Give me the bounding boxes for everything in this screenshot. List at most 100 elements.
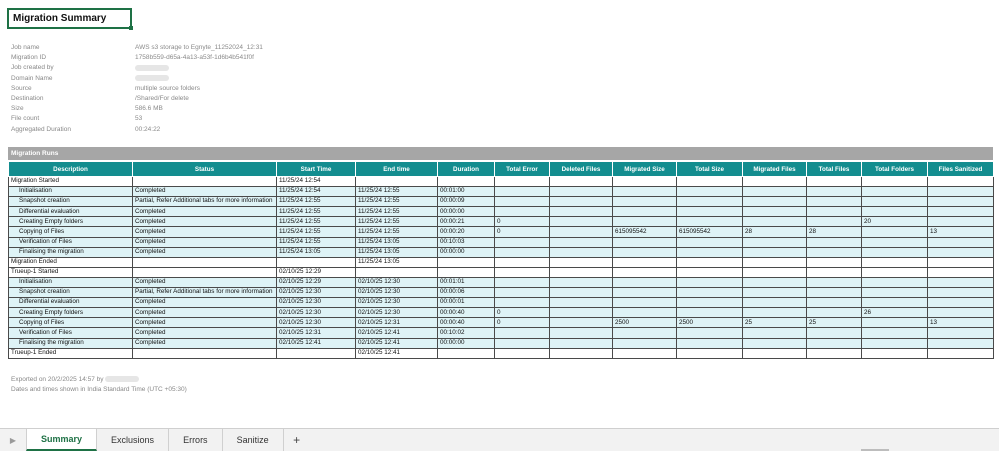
table-cell[interactable] [676, 327, 743, 339]
table-cell[interactable] [742, 246, 807, 258]
table-cell[interactable] [494, 266, 550, 278]
table-cell[interactable]: 02/10/25 12:31 [355, 317, 438, 329]
table-cell[interactable] [549, 246, 613, 258]
table-cell[interactable] [742, 206, 807, 218]
table-cell[interactable] [612, 236, 677, 248]
table-cell[interactable] [132, 347, 277, 359]
table-cell[interactable]: 02/10/25 12:30 [276, 317, 356, 329]
table-cell[interactable] [742, 236, 807, 248]
table-cell[interactable]: 11/25/24 12:55 [355, 206, 438, 218]
table-cell[interactable] [927, 246, 994, 258]
table-cell[interactable] [927, 206, 994, 218]
table-cell[interactable] [861, 246, 928, 258]
table-cell[interactable] [549, 327, 613, 339]
table-cell[interactable]: 02/10/25 12:31 [276, 327, 356, 339]
table-cell[interactable] [494, 186, 550, 198]
table-cell[interactable] [494, 246, 550, 258]
table-cell[interactable]: 11/25/24 12:54 [276, 186, 356, 198]
table-cell[interactable] [355, 266, 438, 278]
table-cell[interactable] [742, 256, 807, 268]
table-cell[interactable] [549, 347, 613, 359]
table-cell[interactable] [676, 256, 743, 268]
table-cell[interactable]: 00:01:01 [437, 276, 495, 289]
tab-exclusions[interactable]: Exclusions [97, 429, 170, 451]
table-cell[interactable] [612, 186, 677, 198]
table-cell[interactable] [612, 246, 677, 258]
table-cell[interactable]: Verification of Files [8, 236, 133, 248]
table-cell[interactable]: 2500 [676, 317, 743, 329]
table-cell[interactable]: 11/25/24 12:55 [355, 226, 438, 238]
table-cell[interactable] [549, 276, 613, 289]
table-cell[interactable] [806, 246, 862, 258]
table-cell[interactable]: 11/25/24 12:55 [355, 216, 438, 228]
table-cell[interactable] [927, 307, 994, 319]
table-cell[interactable]: 00:00:40 [437, 317, 495, 329]
table-cell[interactable] [806, 337, 862, 349]
table-cell[interactable] [549, 206, 613, 218]
table-cell[interactable] [927, 347, 994, 359]
column-header[interactable]: Duration [437, 161, 495, 177]
table-cell[interactable] [927, 236, 994, 248]
table-cell[interactable]: Trueup-1 Started [8, 266, 133, 278]
table-cell[interactable]: 02/10/25 12:41 [276, 337, 356, 349]
table-cell[interactable] [549, 226, 613, 238]
table-cell[interactable] [549, 317, 613, 329]
table-cell[interactable] [676, 307, 743, 319]
table-cell[interactable]: 02/10/25 12:30 [355, 307, 438, 319]
table-cell[interactable] [612, 337, 677, 349]
table-cell[interactable] [549, 297, 613, 309]
table-cell[interactable]: Partial, Refer Additional tabs for more … [132, 287, 277, 299]
table-cell[interactable] [676, 196, 743, 208]
table-cell[interactable]: 02/10/25 12:29 [276, 276, 356, 289]
table-cell[interactable] [549, 236, 613, 248]
table-cell[interactable]: 20 [861, 216, 928, 228]
table-cell[interactable] [806, 175, 862, 188]
table-cell[interactable] [612, 276, 677, 289]
tab-errors[interactable]: Errors [169, 429, 223, 451]
table-cell[interactable]: 13 [927, 317, 994, 329]
table-cell[interactable]: 02/10/25 12:30 [355, 287, 438, 299]
table-cell[interactable]: 615095542 [676, 226, 743, 238]
table-cell[interactable] [806, 347, 862, 359]
table-cell[interactable] [437, 256, 495, 268]
table-cell[interactable]: Completed [132, 216, 277, 228]
table-cell[interactable] [676, 246, 743, 258]
column-header[interactable]: Migrated Files [742, 161, 807, 177]
column-header[interactable]: Start Time [276, 161, 356, 177]
table-cell[interactable] [676, 175, 743, 188]
table-cell[interactable]: Completed [132, 327, 277, 339]
table-cell[interactable]: Partial, Refer Additional tabs for more … [132, 196, 277, 208]
table-cell[interactable]: Migration Ended [8, 256, 133, 268]
table-cell[interactable] [742, 307, 807, 319]
column-header[interactable]: Total Size [676, 161, 743, 177]
sheet-title-cell[interactable]: Migration Summary [7, 8, 133, 30]
table-cell[interactable]: Completed [132, 236, 277, 248]
table-cell[interactable] [742, 347, 807, 359]
table-cell[interactable] [806, 256, 862, 268]
table-cell[interactable] [612, 327, 677, 339]
table-cell[interactable] [612, 175, 677, 188]
column-header[interactable]: Total Files [806, 161, 862, 177]
table-cell[interactable] [676, 216, 743, 228]
table-cell[interactable] [927, 256, 994, 268]
table-cell[interactable] [612, 216, 677, 228]
table-cell[interactable] [494, 206, 550, 218]
table-cell[interactable]: Creating Empty folders [8, 216, 133, 228]
column-header[interactable]: End time [355, 161, 438, 177]
table-cell[interactable] [742, 216, 807, 228]
table-cell[interactable] [494, 337, 550, 349]
column-header[interactable]: Migrated Size [612, 161, 677, 177]
table-cell[interactable]: 0 [494, 317, 550, 329]
table-cell[interactable]: 11/25/24 12:55 [355, 196, 438, 208]
column-header[interactable]: Deleted Files [549, 161, 613, 177]
table-cell[interactable]: 02/10/25 12:30 [355, 276, 438, 289]
table-cell[interactable]: 00:10:02 [437, 327, 495, 339]
table-cell[interactable]: Completed [132, 186, 277, 198]
table-cell[interactable] [494, 347, 550, 359]
table-cell[interactable] [806, 236, 862, 248]
table-cell[interactable]: Completed [132, 317, 277, 329]
table-cell[interactable] [494, 287, 550, 299]
table-cell[interactable] [742, 186, 807, 198]
table-cell[interactable]: 02/10/25 12:30 [276, 287, 356, 299]
table-cell[interactable] [549, 307, 613, 319]
